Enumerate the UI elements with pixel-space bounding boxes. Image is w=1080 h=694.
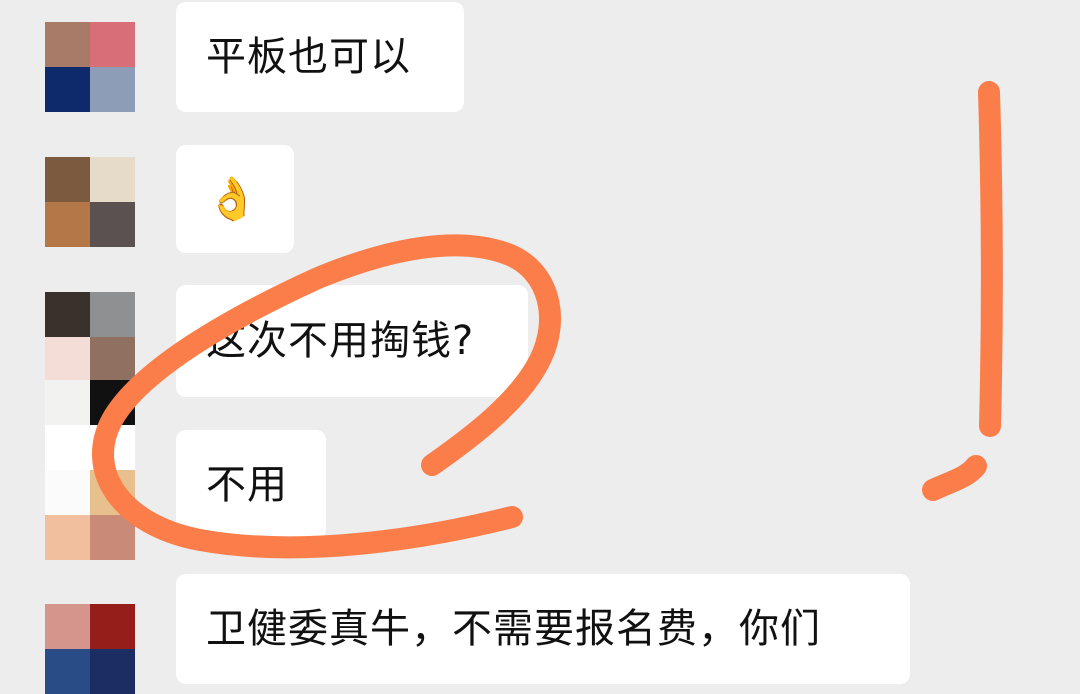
avatar[interactable] [45, 604, 135, 694]
avatar-tile [90, 470, 135, 515]
avatar-tile [90, 292, 135, 337]
avatar-tile [90, 380, 135, 425]
avatar-tile [45, 515, 90, 560]
ok-hand-icon: 👌 [206, 174, 260, 223]
avatar-tile [90, 337, 135, 382]
avatar-tile [45, 67, 90, 112]
avatar-tile [45, 425, 90, 470]
message-bubble[interactable]: 卫健委真牛，不需要报名费，你们 [176, 574, 910, 684]
avatar-tile [45, 649, 90, 694]
avatar[interactable] [45, 22, 135, 112]
avatar-tile [90, 22, 135, 67]
chat-conversation: 平板也可以 👌 这次不用掏钱? 不用 卫健委真牛，不需要报名费，你们 [0, 0, 1080, 694]
message-text: 这次不用掏钱? [206, 318, 475, 364]
avatar-tile [90, 202, 135, 247]
avatar[interactable] [45, 470, 135, 560]
avatar-tile [90, 604, 135, 649]
avatar-tile [45, 202, 90, 247]
avatar-tile [45, 22, 90, 67]
avatar-tile [45, 292, 90, 337]
avatar-tile [45, 380, 90, 425]
message-text: 卫健委真牛，不需要报名费，你们 [206, 606, 821, 652]
message-bubble[interactable]: 这次不用掏钱? [176, 285, 528, 397]
avatar-tile [45, 157, 90, 202]
message-text: 不用 [206, 462, 288, 508]
message-text: 平板也可以 [206, 34, 411, 80]
message-bubble[interactable]: 不用 [176, 430, 326, 540]
avatar-tile [90, 157, 135, 202]
avatar-tile [90, 515, 135, 560]
message-bubble[interactable]: 👌 [176, 145, 294, 253]
avatar[interactable] [45, 157, 135, 247]
avatar-tile [90, 425, 135, 470]
avatar-tile [45, 337, 90, 382]
avatar[interactable] [45, 380, 135, 470]
avatar[interactable] [45, 292, 135, 382]
avatar-tile [90, 649, 135, 694]
avatar-tile [45, 470, 90, 515]
avatar-tile [90, 67, 135, 112]
message-bubble[interactable]: 平板也可以 [176, 2, 464, 112]
avatar-tile [45, 604, 90, 649]
